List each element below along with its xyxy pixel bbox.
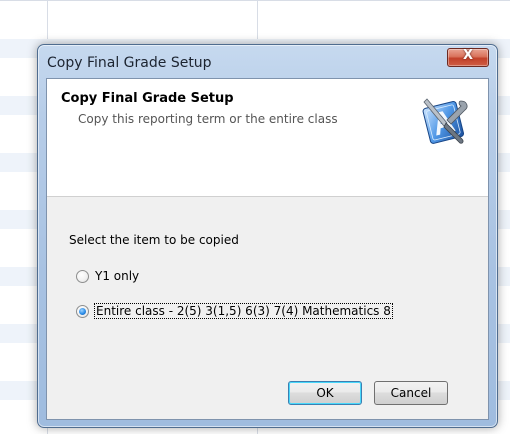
close-button[interactable]: X	[447, 48, 489, 67]
cancel-button[interactable]: Cancel	[374, 381, 448, 405]
dialog-content: Copy Final Grade Setup Copy this reporti…	[46, 78, 489, 420]
window-title: Copy Final Grade Setup	[47, 55, 212, 71]
radio-y1-only[interactable]	[76, 269, 89, 283]
option-label[interactable]: Entire class - 2(5) 3(1,5) 6(3) 7(4) Mat…	[94, 303, 393, 319]
radio-entire-class[interactable]	[76, 304, 89, 318]
app-tools-icon	[422, 98, 468, 144]
header-subtitle: Copy this reporting term or the entire c…	[78, 112, 338, 126]
select-prompt: Select the item to be copied	[69, 233, 239, 247]
option-label[interactable]: Y1 only	[95, 269, 139, 283]
grid-line	[0, 0, 510, 1]
option-y1-only[interactable]: Y1 only	[76, 269, 139, 283]
close-icon: X	[462, 48, 474, 63]
ok-button[interactable]: OK	[288, 381, 362, 405]
header-panel: Copy Final Grade Setup Copy this reporti…	[47, 79, 488, 197]
copy-final-grade-dialog: Copy Final Grade Setup X Copy Final Grad…	[37, 44, 498, 428]
option-entire-class[interactable]: Entire class - 2(5) 3(1,5) 6(3) 7(4) Mat…	[76, 303, 393, 319]
header-title: Copy Final Grade Setup	[61, 91, 234, 106]
